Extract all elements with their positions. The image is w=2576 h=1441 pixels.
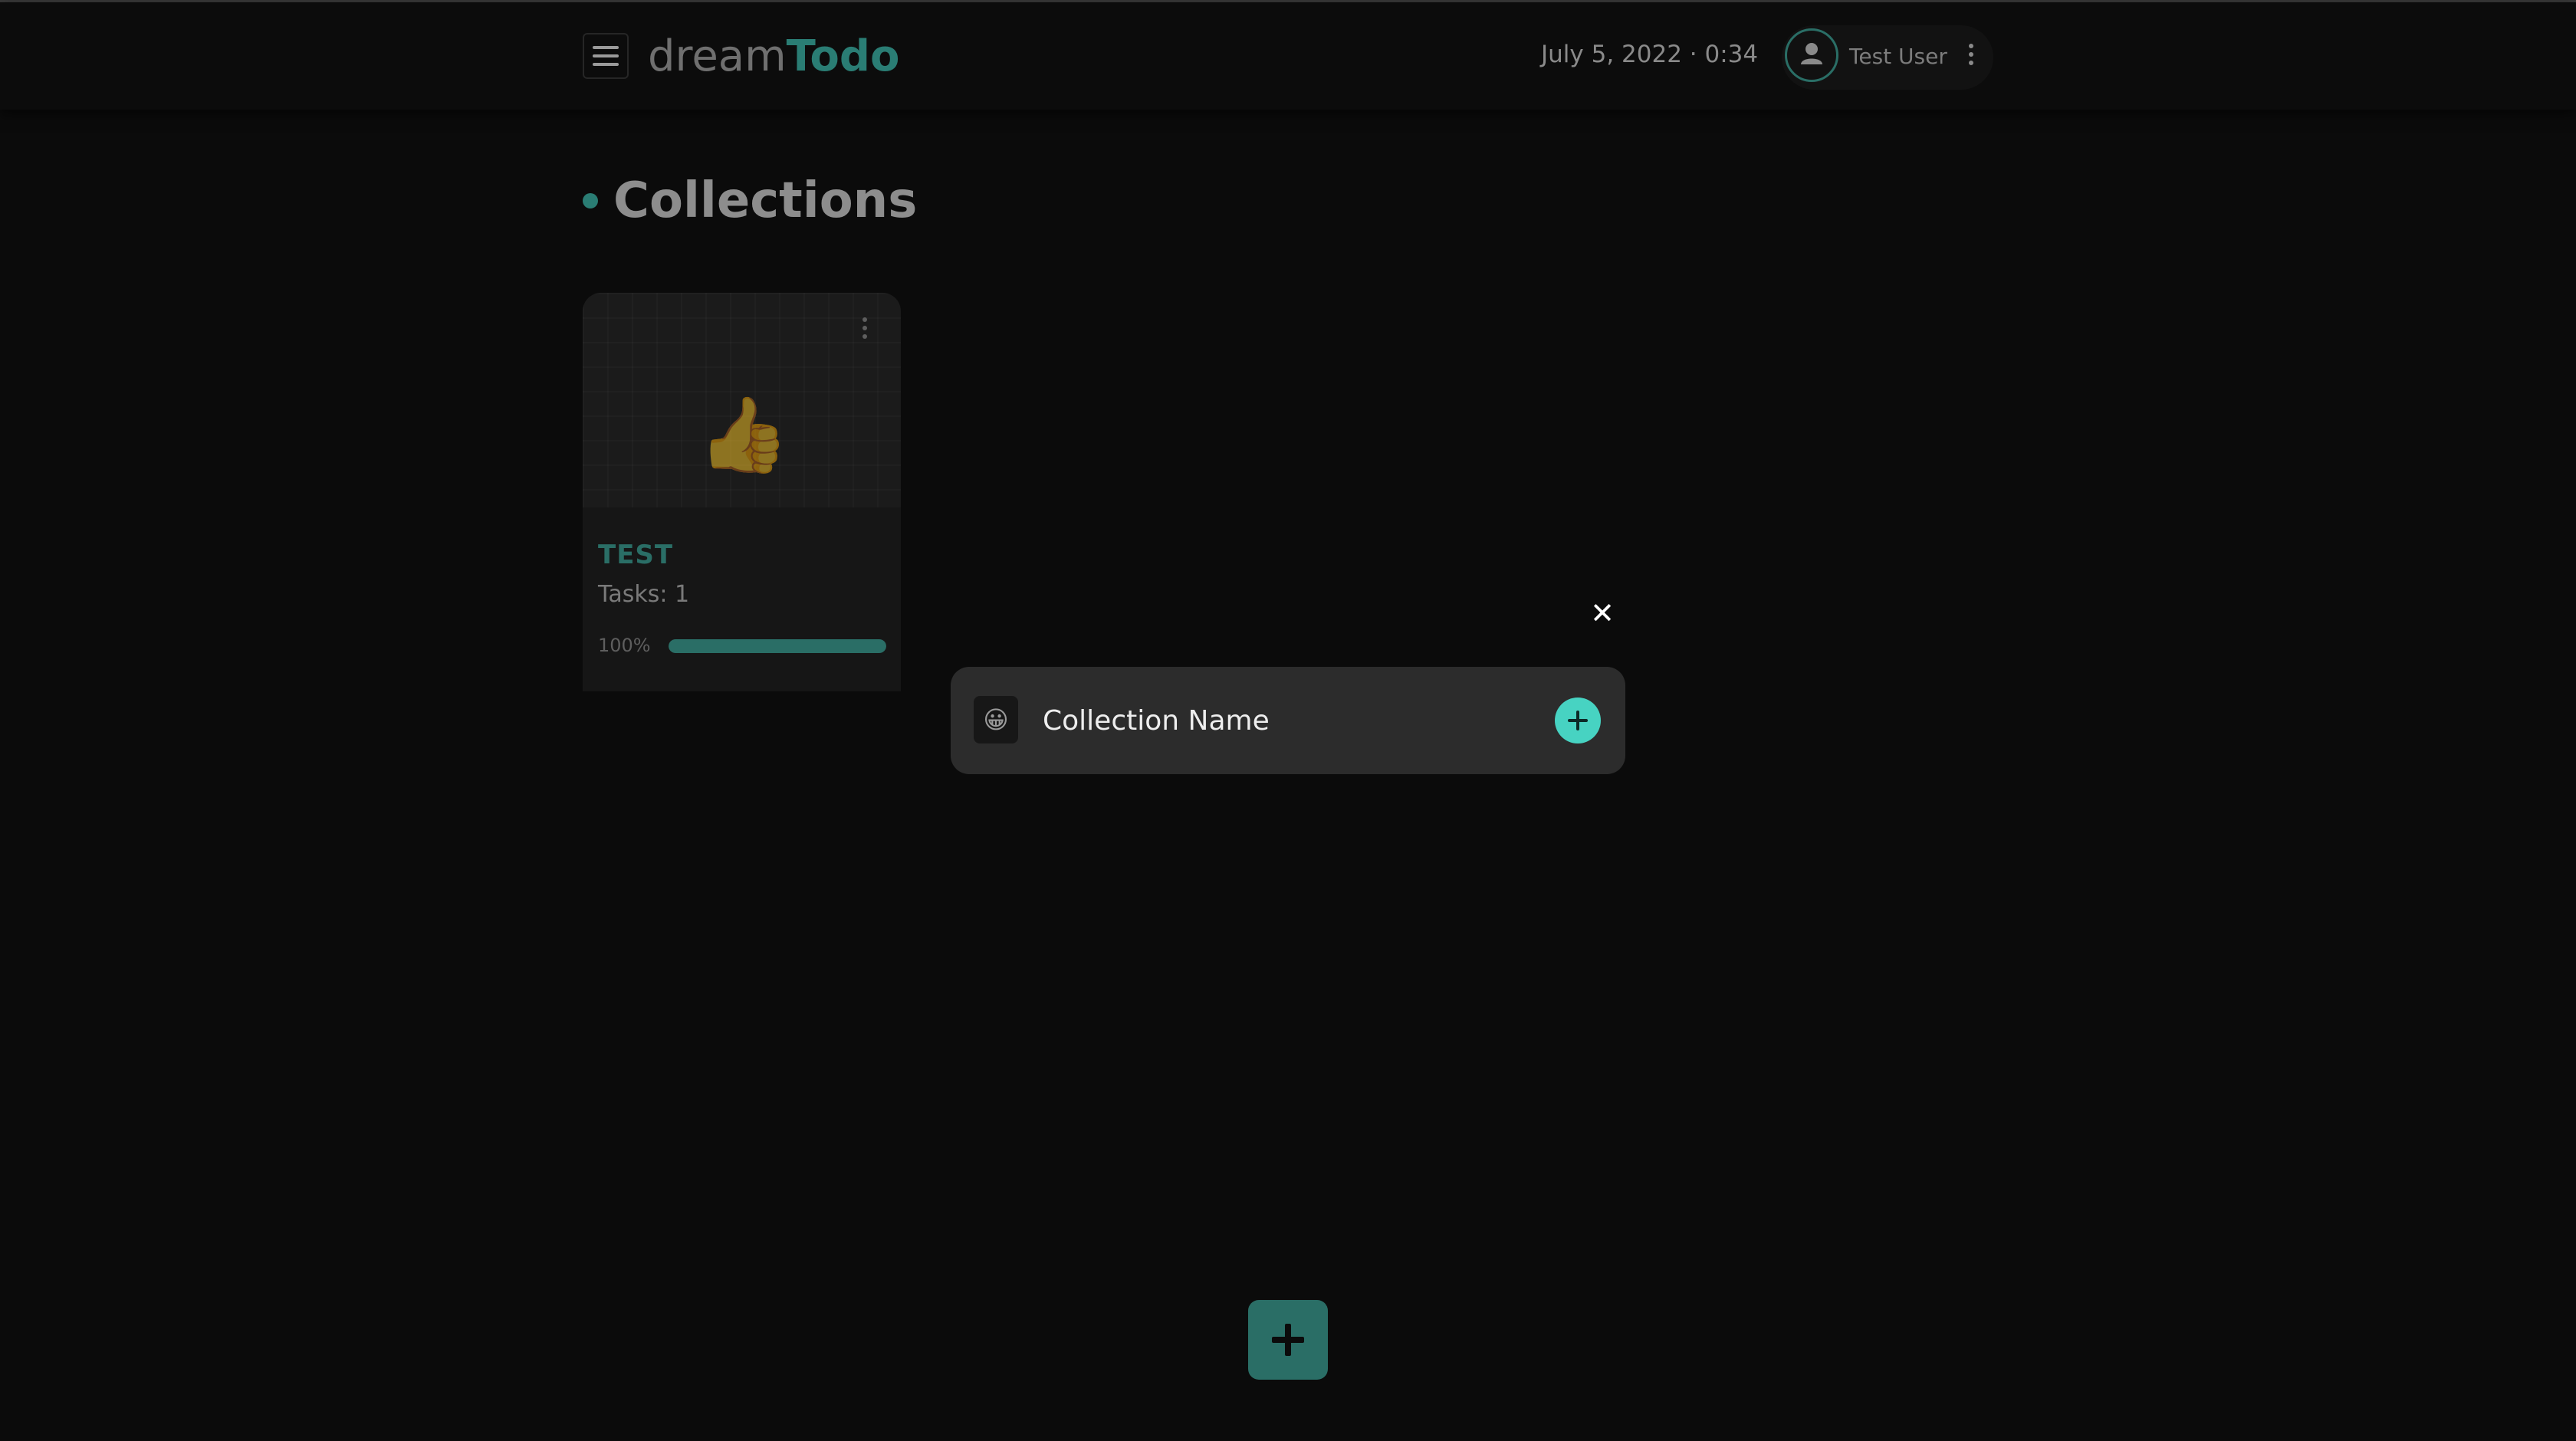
collection-progress-bar: [669, 639, 886, 653]
title-dot: [583, 193, 598, 208]
more-vertical-icon[interactable]: [1966, 44, 1976, 65]
app-header: dreamTodo July 5, 2022 · 0:34 Test User: [0, 2, 2576, 110]
logo-bold-text: Todo: [786, 31, 900, 81]
hamburger-icon: [593, 46, 619, 66]
avatar[interactable]: [1785, 28, 1838, 82]
close-icon[interactable]: ✕: [1587, 598, 1618, 629]
progress-fill: [669, 639, 886, 653]
menu-button[interactable]: [583, 33, 629, 79]
collection-emoji: 👍: [698, 392, 790, 478]
app-logo[interactable]: dreamTodo: [648, 30, 899, 84]
card-more-icon[interactable]: [860, 317, 869, 339]
user-icon: [1801, 43, 1822, 64]
user-name: Test User: [1849, 44, 1947, 69]
collection-card[interactable]: 👍 TEST Tasks: 1 100%: [583, 293, 901, 691]
user-menu[interactable]: Test User: [1782, 25, 1993, 90]
collection-name: TEST: [598, 540, 674, 570]
plus-icon: [1568, 711, 1588, 730]
collection-task-count: Tasks: 1: [598, 581, 690, 608]
logo-light-text: dream: [648, 31, 787, 81]
add-collection-button[interactable]: [1555, 698, 1601, 743]
collection-name-input[interactable]: [1035, 690, 1526, 751]
new-collection-dialog: 😀: [951, 667, 1625, 774]
new-collection-fab[interactable]: [1248, 1300, 1328, 1380]
page-title-text: Collections: [613, 172, 918, 229]
card-header: 👍: [583, 293, 901, 507]
emoji-picker-button[interactable]: 😀: [974, 696, 1018, 743]
collection-progress-label: 100%: [598, 635, 651, 656]
plus-icon: [1272, 1324, 1304, 1356]
current-datetime: July 5, 2022 · 0:34: [1541, 41, 1759, 68]
